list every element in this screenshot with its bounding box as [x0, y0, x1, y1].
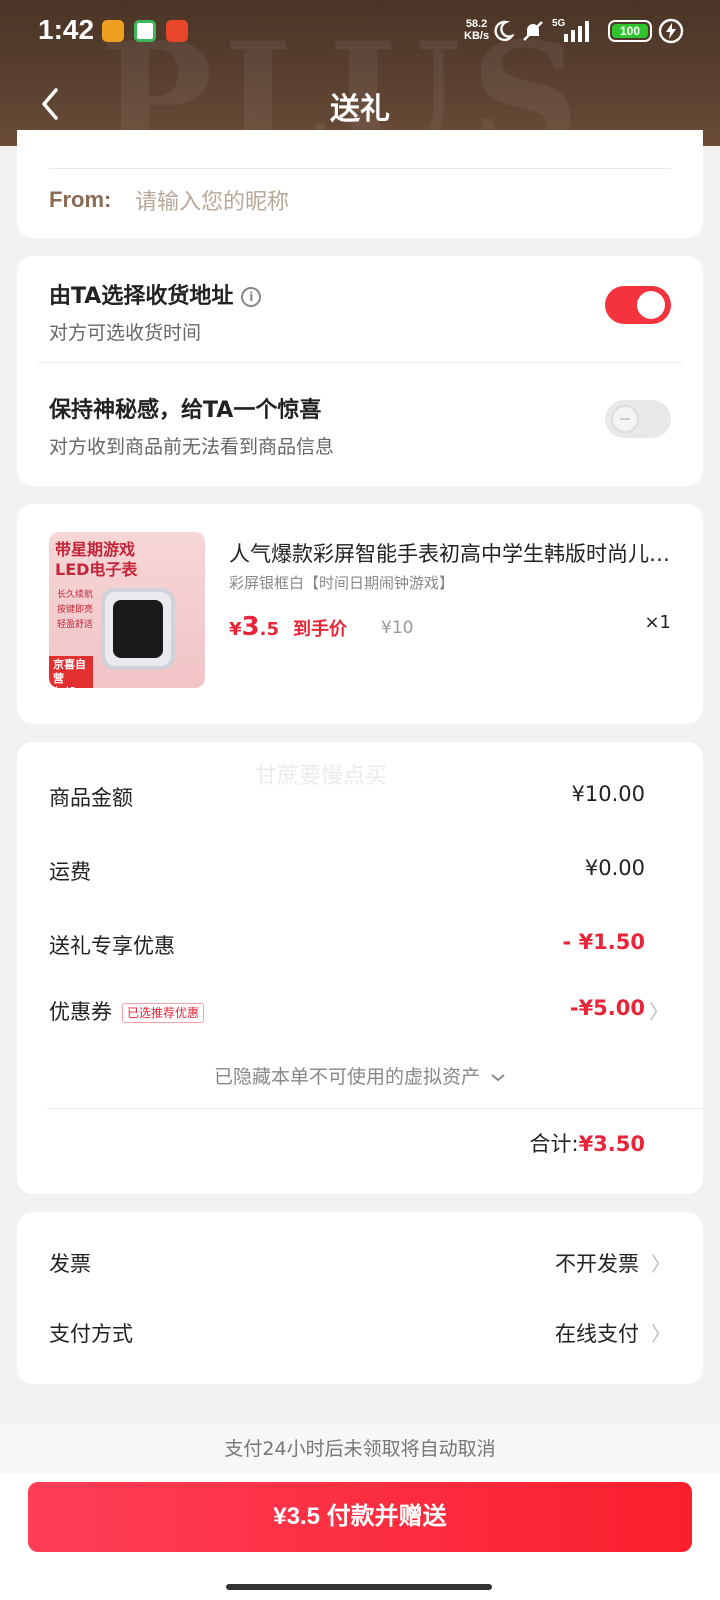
option-address-title-text: 由TA选择收货地址 [49, 284, 234, 309]
product-title[interactable]: 人气爆款彩屏智能手表初高中学生韩版时尚儿童电子表 [229, 538, 675, 568]
watch-screen [113, 600, 163, 658]
option-surprise-title: 保持神秘感，给TA一个惊喜 [49, 398, 322, 423]
net-speed-value: 58.2 [465, 18, 488, 30]
cost-label: 运费 [49, 860, 91, 884]
order-total: 合计:¥3.50 [529, 1128, 645, 1158]
chevron-right-icon: 〉 [651, 1322, 671, 1346]
home-indicator[interactable] [226, 1584, 492, 1590]
total-value: ¥3.50 [578, 1132, 645, 1156]
cost-row-shipping: 运费 ¥0.00 [49, 856, 645, 886]
product-image-features: 长久续航 按键即亮 轻盈舒适 [57, 588, 93, 633]
price-label: 到手价 [293, 619, 347, 640]
invoice-label: 发票 [49, 1252, 91, 1276]
watch-illustration [101, 588, 175, 670]
toggle-knob [637, 291, 665, 319]
cost-row-coupon[interactable]: 优惠券 已选推荐优惠 -¥5.00 [49, 996, 645, 1026]
from-label: From: [49, 187, 112, 212]
coupon-label: 优惠券 已选推荐优惠 [49, 996, 205, 1026]
from-card: From: [17, 130, 703, 238]
option-surprise-subtitle: 对方收到商品前无法看到商品信息 [49, 436, 335, 458]
payment-card: 发票 不开发票 〉 支付方式 在线支付 〉 [17, 1212, 703, 1384]
payment-method-label: 支付方式 [49, 1322, 133, 1346]
cost-value: - ¥1.50 [562, 930, 645, 954]
toggle-knob [611, 405, 639, 433]
hidden-assets-toggle[interactable]: 已隐藏本单不可使用的虚拟资产 [17, 1062, 703, 1089]
feature-3: 轻盈舒适 [57, 620, 94, 630]
cost-row-gift-discount: 送礼专享优惠 - ¥1.50 [49, 930, 645, 960]
page-title: 送礼 [330, 92, 390, 127]
product-price: ¥3.5 到手价 [229, 612, 347, 642]
pay-and-gift-button[interactable]: ¥3.5 付款并赠送 [28, 1482, 692, 1552]
divider [37, 362, 683, 363]
wechat-notification-icon [134, 20, 156, 42]
total-label: 合计: [529, 1132, 579, 1156]
cost-summary-card: 甘蔗要慢点买 商品金额 ¥10.00 运费 ¥0.00 送礼专享优惠 - ¥1.… [17, 742, 703, 1194]
invoice-value: 不开发票 [555, 1252, 639, 1276]
battery-level: 100 [612, 24, 648, 38]
product-image-title: 带星期游戏 LED电子表 [55, 540, 138, 579]
feature-1: 长久续航 [57, 590, 94, 600]
info-icon[interactable]: i [241, 287, 262, 307]
chevron-down-icon [491, 1073, 505, 1081]
price-currency: ¥ [229, 619, 242, 640]
header: PLUS 1:42 58.2 KB/s 5G 100 送礼 [0, 0, 720, 146]
price-decimal: .5 [259, 619, 279, 640]
nickname-input[interactable] [135, 184, 635, 220]
moon-icon [494, 20, 514, 42]
payment-method-value: 在线支付 [555, 1322, 639, 1346]
net-speed: 58.2 KB/s [464, 18, 489, 42]
product-card[interactable]: 带星期游戏LED电子表 长久续航 按键即亮 轻盈舒适 京喜自营包邮 人气爆款彩屏… [17, 504, 703, 724]
product-image-badge: 京喜自营包邮 [49, 656, 93, 688]
product-spec: 彩屏银框白【时间日期闹钟游戏】 [229, 574, 455, 592]
mute-bell-icon [523, 21, 543, 41]
original-price: ¥10 [381, 618, 414, 638]
invoice-row[interactable]: 发票 不开发票 〉 [49, 1248, 671, 1278]
address-toggle[interactable] [605, 286, 671, 324]
app-notification-icon-2 [166, 20, 188, 42]
app-notification-icon [102, 20, 124, 42]
divider [49, 168, 671, 169]
divider [47, 1108, 703, 1109]
cost-row-goods: 商品金额 ¥10.00 [49, 782, 645, 812]
product-quantity: ×1 [644, 612, 671, 633]
payment-method-row[interactable]: 支付方式 在线支付 〉 [49, 1318, 671, 1348]
battery-icon: 100 [608, 20, 652, 42]
chevron-right-icon: 〉 [651, 1252, 671, 1276]
charging-icon [658, 18, 684, 44]
feature-2: 按键即亮 [57, 605, 94, 615]
cost-value: ¥10.00 [571, 782, 645, 806]
hidden-assets-text: 已隐藏本单不可使用的虚拟资产 [213, 1066, 480, 1088]
option-address-subtitle: 对方可选收货时间 [49, 322, 202, 344]
surprise-toggle[interactable] [605, 400, 671, 438]
cost-label: 送礼专享优惠 [49, 934, 175, 958]
status-time: 1:42 [38, 14, 95, 45]
coupon-tag: 已选推荐优惠 [122, 1003, 205, 1023]
net-speed-unit: KB/s [464, 30, 490, 42]
chevron-right-icon[interactable]: 〉 [649, 996, 669, 1025]
signal-icon [564, 21, 589, 42]
status-bar: 1:42 58.2 KB/s 5G 100 [0, 0, 720, 64]
cost-label: 商品金额 [49, 786, 133, 810]
gift-options-card: 由TA选择收货地址 i 对方可选收货时间 保持神秘感，给TA一个惊喜 对方收到商品… [17, 256, 703, 486]
product-image[interactable]: 带星期游戏LED电子表 长久续航 按键即亮 轻盈舒适 京喜自营包邮 [49, 532, 205, 688]
price-integer: 3 [241, 612, 260, 642]
option-address-title: 由TA选择收货地址 i [49, 278, 262, 310]
cost-value: ¥0.00 [584, 856, 645, 880]
cost-value: -¥5.00 [569, 996, 645, 1020]
coupon-label-text: 优惠券 [49, 1000, 112, 1024]
auto-cancel-notice: 支付24小时后未领取将自动取消 [0, 1424, 720, 1474]
